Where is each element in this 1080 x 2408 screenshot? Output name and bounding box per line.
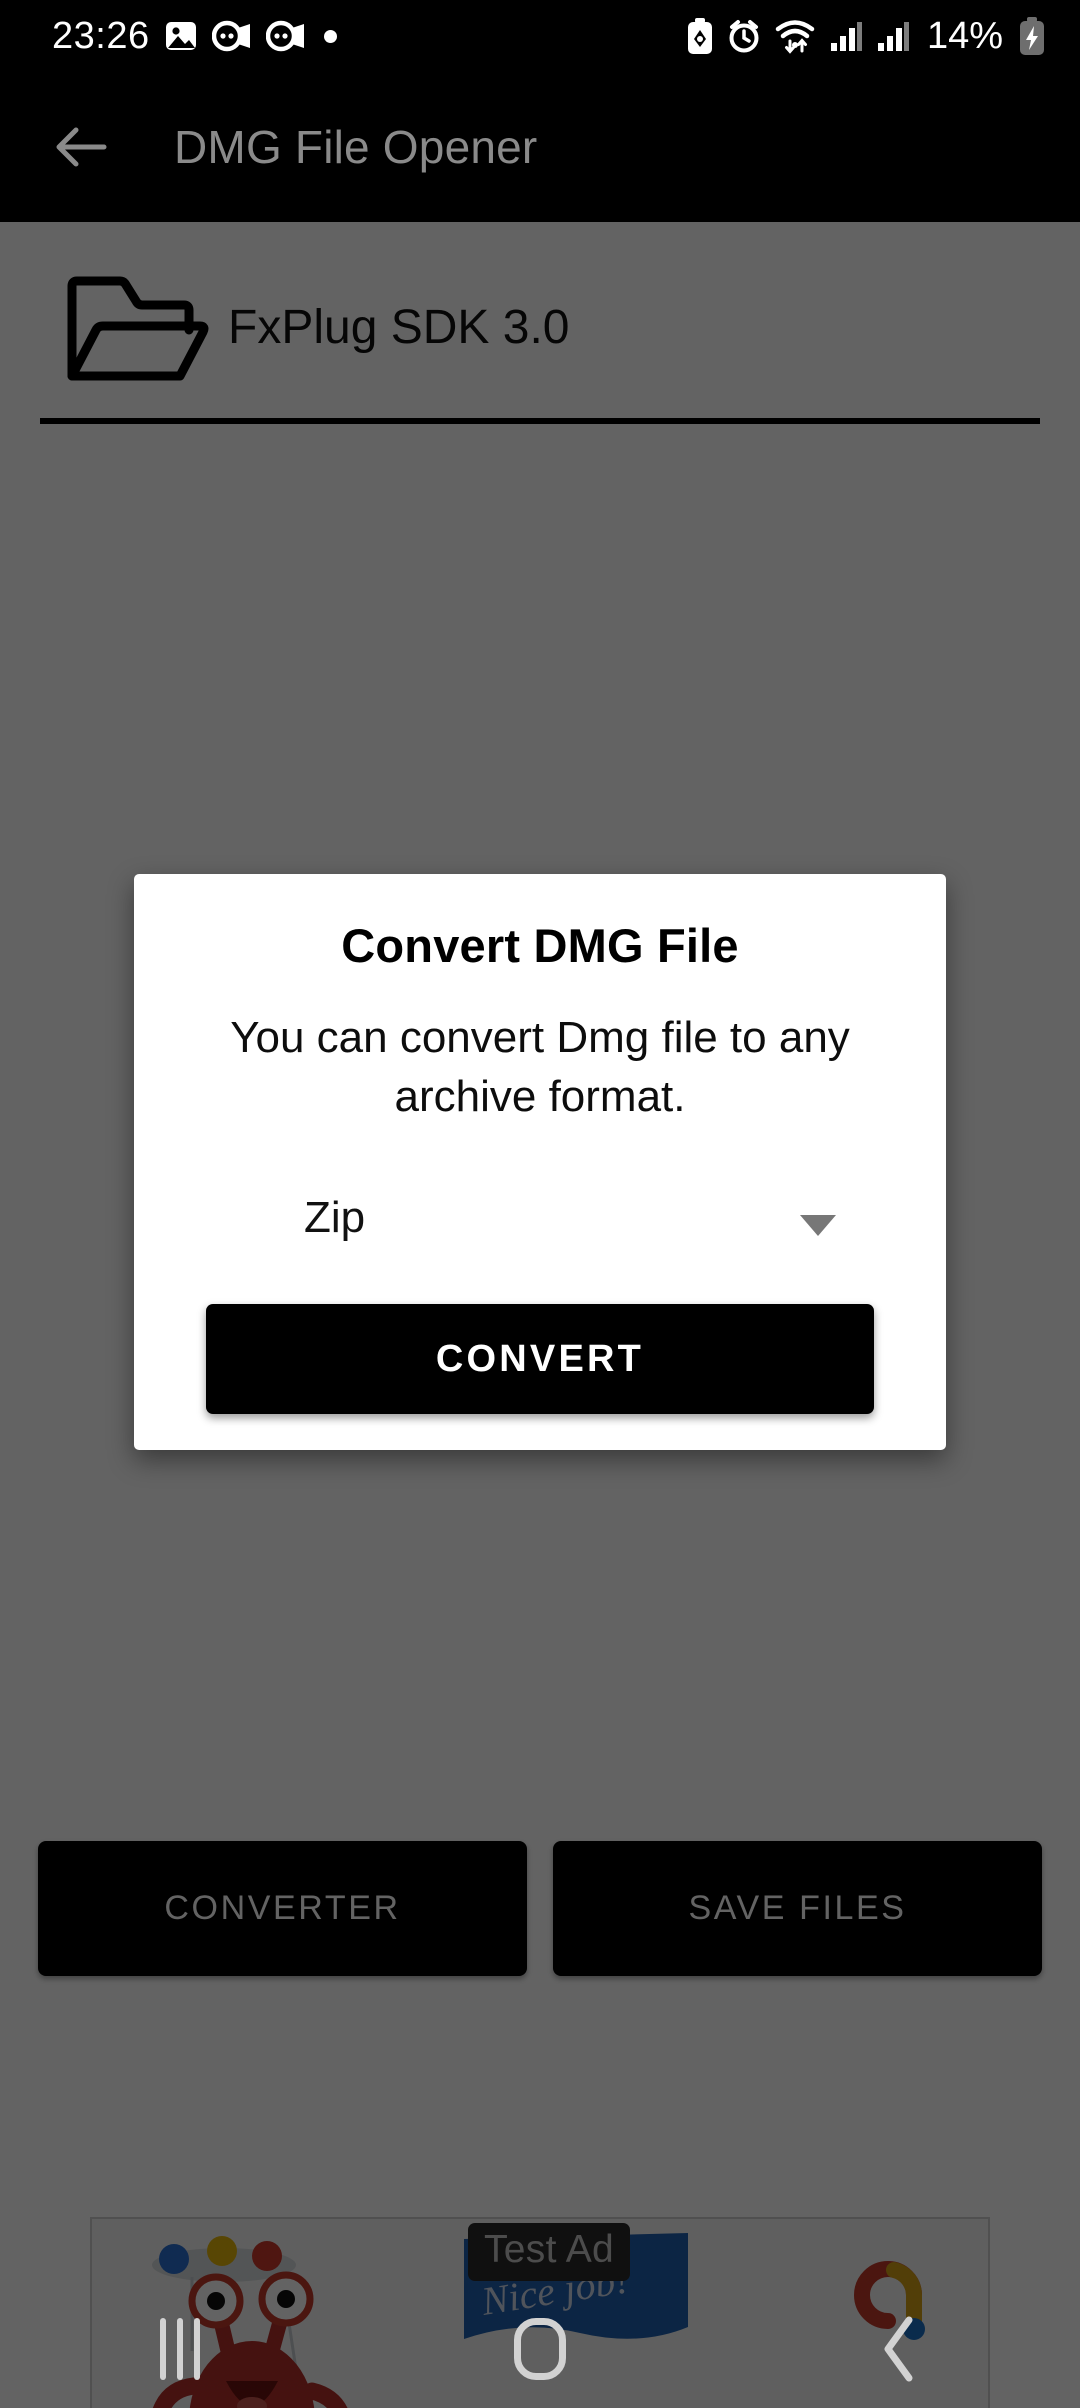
- convert-dialog: Convert DMG File You can convert Dmg fil…: [134, 874, 946, 1451]
- video-chat-icon: [265, 20, 304, 52]
- status-bar: 23:26 14%: [0, 0, 1080, 72]
- status-clock: 23:26: [52, 14, 150, 57]
- home-button[interactable]: [360, 2290, 720, 2408]
- battery-saver-icon: [687, 18, 712, 54]
- app-bar: DMG File Opener: [0, 72, 1080, 222]
- signal-sim2-icon: [877, 22, 909, 51]
- recents-button[interactable]: [0, 2290, 360, 2408]
- charging-battery-icon: [1020, 17, 1044, 55]
- back-chevron-icon: [884, 2316, 913, 2382]
- recents-icon: [160, 2318, 200, 2380]
- back-button[interactable]: [720, 2290, 1080, 2408]
- status-bar-left: 23:26: [52, 15, 337, 58]
- status-bar-right: 14%: [686, 15, 1046, 58]
- format-select[interactable]: Zip: [304, 1168, 846, 1268]
- image-icon: [165, 22, 196, 50]
- dot-indicator-icon: [323, 29, 337, 43]
- page-title: DMG File Opener: [174, 121, 538, 173]
- phone-screen: FxPlug SDK 3.0 CONVERTER SAVE FILES: [0, 0, 1080, 2408]
- convert-button[interactable]: CONVERT: [206, 1304, 874, 1415]
- signal-sim1-icon: [830, 22, 862, 51]
- dialog-title: Convert DMG File: [341, 919, 739, 972]
- home-icon: [514, 2318, 566, 2380]
- alarm-icon: [729, 20, 759, 53]
- system-nav-bar: [0, 2290, 1080, 2408]
- wifi-icon: [775, 20, 815, 54]
- battery-percent-label: 14%: [926, 14, 1003, 57]
- video-chat-icon: [211, 20, 250, 52]
- back-arrow-icon[interactable]: [50, 116, 112, 178]
- format-select-value: Zip: [304, 1193, 366, 1243]
- chevron-down-icon: [800, 1215, 836, 1237]
- dialog-message: You can convert Dmg file to any archive …: [230, 1013, 850, 1121]
